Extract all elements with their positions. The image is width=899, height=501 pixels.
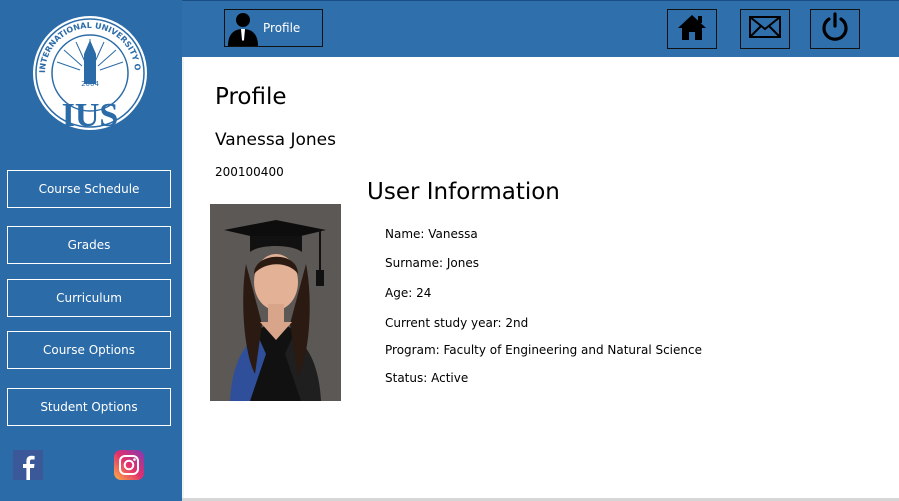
nav-label: Course Options bbox=[42, 343, 135, 357]
divider bbox=[182, 0, 184, 501]
mail-icon bbox=[749, 16, 781, 42]
power-button[interactable] bbox=[810, 9, 860, 49]
info-status: Status: Active bbox=[385, 371, 469, 385]
home-icon bbox=[677, 13, 707, 45]
info-study-year: Current study year: 2nd bbox=[385, 316, 529, 330]
facebook-icon[interactable] bbox=[13, 450, 43, 480]
info-surname: Surname: Jones bbox=[385, 256, 479, 270]
nav-grades-button[interactable]: Grades bbox=[7, 226, 171, 264]
profile-button[interactable]: Profile bbox=[224, 9, 323, 47]
instagram-icon[interactable] bbox=[114, 450, 144, 480]
nav-curriculum-button[interactable]: Curriculum bbox=[7, 279, 171, 317]
sidebar: 2004 IUS INTERNATIONAL UNIVERSITY OF SAR… bbox=[0, 0, 182, 501]
home-button[interactable] bbox=[667, 9, 717, 49]
logo-year: 2004 bbox=[81, 80, 99, 88]
student-name: Vanessa Jones bbox=[215, 130, 337, 150]
mail-button[interactable] bbox=[740, 9, 790, 49]
info-name: Name: Vanessa bbox=[385, 227, 478, 241]
page-title: Profile bbox=[215, 84, 287, 110]
nav-label: Grades bbox=[67, 238, 111, 252]
section-title: User Information bbox=[367, 179, 560, 205]
student-id: 200100400 bbox=[215, 165, 284, 179]
nav-course-options-button[interactable]: Course Options bbox=[7, 331, 171, 369]
logo-initials: IUS bbox=[62, 97, 119, 132]
user-icon bbox=[225, 10, 261, 46]
nav-course-schedule-button[interactable]: Course Schedule bbox=[7, 170, 171, 208]
profile-button-label: Profile bbox=[263, 21, 301, 35]
university-logo: 2004 IUS INTERNATIONAL UNIVERSITY OF SAR… bbox=[28, 7, 149, 134]
info-age: Age: 24 bbox=[385, 286, 432, 300]
nav-label: Student Options bbox=[40, 400, 138, 414]
profile-photo bbox=[210, 204, 341, 401]
nav-student-options-button[interactable]: Student Options bbox=[7, 388, 171, 426]
info-program: Program: Faculty of Engineering and Natu… bbox=[385, 343, 702, 357]
power-icon bbox=[820, 12, 850, 46]
nav-label: Curriculum bbox=[56, 291, 122, 305]
nav-label: Course Schedule bbox=[38, 182, 140, 196]
